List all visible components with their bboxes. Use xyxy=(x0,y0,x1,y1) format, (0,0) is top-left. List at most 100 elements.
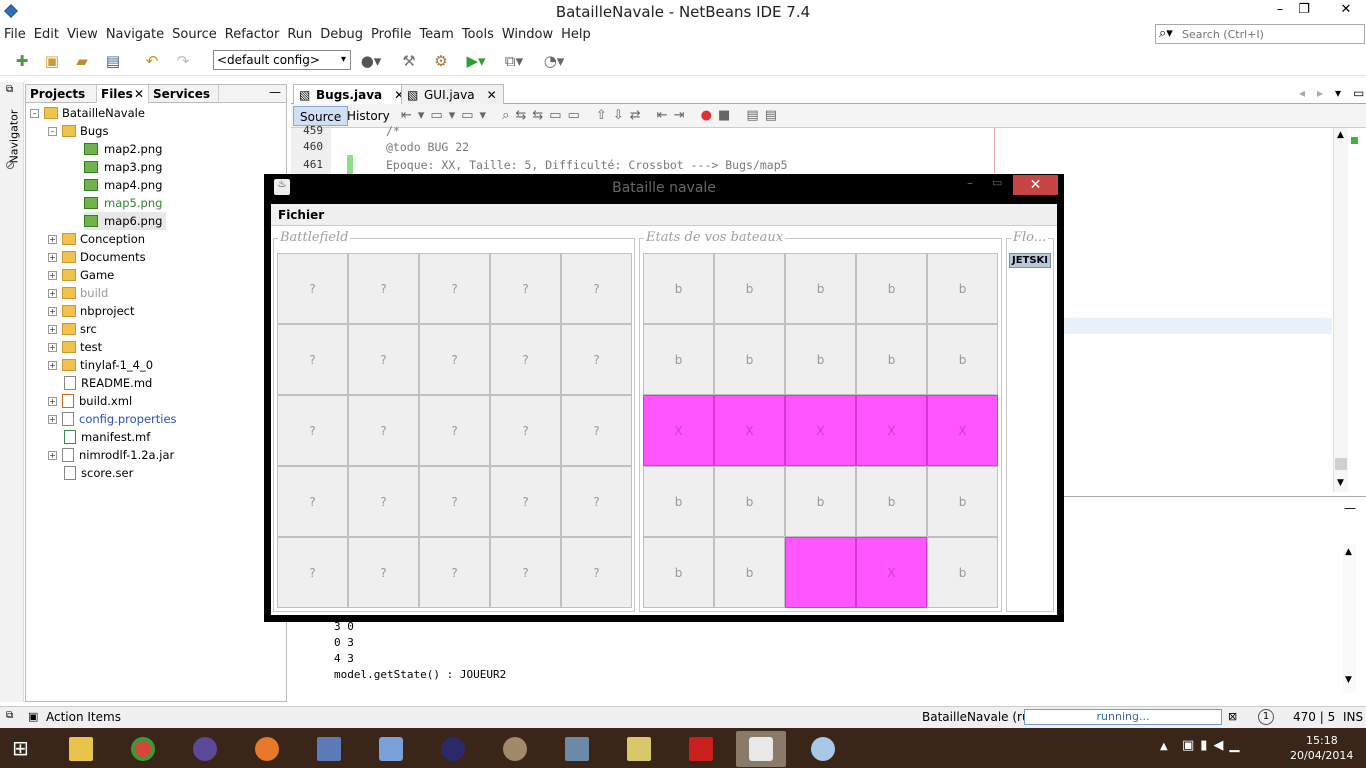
virtualbox-icon[interactable] xyxy=(366,731,416,767)
battlefield-cell[interactable]: ? xyxy=(419,537,490,608)
menu-edit[interactable]: Edit xyxy=(30,24,63,46)
paint-icon[interactable] xyxy=(798,731,848,767)
database-tool-icon[interactable] xyxy=(552,731,602,767)
ship-state-cell[interactable]: b xyxy=(643,253,714,324)
battlefield-cell[interactable]: ? xyxy=(490,466,561,537)
editor-tool-icons[interactable]: ⇤▾▭▾▭▾ ⌕⇆⇆▭▭ ⇧⇩⇄ ⇤⇥ ●■ ▤▤ xyxy=(401,108,783,123)
maximize-button[interactable]: ▭ xyxy=(992,176,1002,189)
new-file-icon[interactable]: ✚ xyxy=(11,51,33,71)
menu-team[interactable]: Team xyxy=(415,24,457,46)
battlefield-cell[interactable]: ? xyxy=(419,253,490,324)
battlefield-cell[interactable]: ? xyxy=(561,324,632,395)
ship-state-cell[interactable]: X xyxy=(856,395,927,466)
minimize-panel-icon[interactable]: — xyxy=(269,85,281,99)
tree-folder-test[interactable]: + test xyxy=(48,338,102,356)
ship-state-cell[interactable]: b xyxy=(714,253,785,324)
save-all-icon[interactable]: ▤ xyxy=(102,51,124,71)
cancel-icon[interactable]: ⊠ xyxy=(1228,710,1237,723)
acrobat-icon[interactable] xyxy=(676,731,726,767)
chevron-down-icon[interactable]: ▾ xyxy=(1335,86,1341,100)
battlefield-cell[interactable]: ? xyxy=(277,395,348,466)
close-icon[interactable]: ✕ xyxy=(487,88,497,102)
eclipse-icon[interactable] xyxy=(180,731,230,767)
dialog-close-button[interactable]: ✕ xyxy=(1013,175,1058,195)
editor-scrollbar[interactable]: ▲ ▼ xyxy=(1333,128,1348,492)
redo-icon[interactable]: ↷ xyxy=(172,51,194,71)
action-items-icon[interactable]: ▣ xyxy=(28,710,38,723)
minimize-panel-icon[interactable]: — xyxy=(1344,501,1356,515)
restore-icon[interactable]: ⧉ xyxy=(6,710,13,721)
menu-debug[interactable]: Debug xyxy=(316,24,367,46)
menu-view[interactable]: View xyxy=(63,24,102,46)
tray-icons[interactable]: ▣▮◀▁ xyxy=(1182,738,1245,753)
notifications-badge[interactable]: 1 xyxy=(1258,709,1274,725)
tree-folder-conception[interactable]: + Conception xyxy=(48,230,145,248)
texmaker-icon[interactable] xyxy=(614,731,664,767)
tree-file-build-xml[interactable]: + build.xml xyxy=(48,392,132,410)
tree-folder-src[interactable]: + src xyxy=(48,320,97,338)
gimp-icon[interactable] xyxy=(490,731,540,767)
tab-bugs-java[interactable]: ▧ Bugs.java ✕ xyxy=(293,84,412,104)
ship-state-cell[interactable]: b xyxy=(785,466,856,537)
battlefield-cell[interactable]: ? xyxy=(348,324,419,395)
ship-state-cell[interactable]: b xyxy=(856,466,927,537)
battlefield-cell[interactable]: ? xyxy=(348,395,419,466)
ship-state-cell[interactable]: b xyxy=(785,324,856,395)
tree-file-map3[interactable]: map3.png xyxy=(84,158,162,176)
battlefield-cell[interactable]: ? xyxy=(490,253,561,324)
ship-state-cell[interactable]: b xyxy=(643,466,714,537)
menu-window[interactable]: Window xyxy=(498,24,557,46)
ship-state-cell[interactable]: X xyxy=(856,537,927,608)
close-icon[interactable]: ✕ xyxy=(134,85,144,103)
ship-state-cell[interactable] xyxy=(785,537,856,608)
battlefield-cell[interactable]: ? xyxy=(561,395,632,466)
tree-folder-build[interactable]: + build xyxy=(48,284,108,302)
battlefield-cell[interactable]: ? xyxy=(490,537,561,608)
ship-state-cell[interactable]: b xyxy=(643,324,714,395)
menu-source[interactable]: Source xyxy=(168,24,221,46)
clock-date[interactable]: 20/04/2014 xyxy=(1290,749,1353,762)
tree-folder-bugs[interactable]: – Bugs xyxy=(48,122,108,140)
tree-folder-tinylaf[interactable]: + tinylaf-1_4_0 xyxy=(48,356,153,374)
eclipse-alt-icon[interactable] xyxy=(428,731,478,767)
clock-time[interactable]: 15:18 xyxy=(1306,734,1338,747)
close-button[interactable]: ✕ xyxy=(1332,0,1360,20)
ship-state-cell[interactable]: b xyxy=(927,537,998,608)
battlefield-cell[interactable]: ? xyxy=(561,537,632,608)
fleet-item-jetski[interactable]: JETSKI xyxy=(1009,253,1051,268)
battlefield-cell[interactable]: ? xyxy=(348,253,419,324)
tab-projects[interactable]: Projects xyxy=(26,85,97,103)
tree-root[interactable]: – BatailleNavale xyxy=(30,104,145,122)
scroll-left-icon[interactable]: ◂ xyxy=(1299,86,1305,100)
progress-bar[interactable]: running... xyxy=(1024,709,1222,725)
windows-start-icon[interactable]: ⊞ xyxy=(12,737,38,759)
battlefield-cell[interactable]: ? xyxy=(419,395,490,466)
menu-run[interactable]: Run xyxy=(283,24,316,46)
search-box[interactable]: ⌕▾ xyxy=(1155,24,1365,44)
search-input[interactable] xyxy=(1182,26,1360,42)
menu-profile[interactable]: Profile xyxy=(367,24,415,46)
scroll-right-icon[interactable]: ▸ xyxy=(1317,86,1323,100)
ship-state-cell[interactable]: b xyxy=(785,253,856,324)
ship-state-cell[interactable]: b xyxy=(714,324,785,395)
tree-file-map2[interactable]: map2.png xyxy=(84,140,162,158)
ship-state-cell[interactable]: b xyxy=(856,324,927,395)
minimize-button[interactable]: – xyxy=(967,176,973,190)
battlefield-cell[interactable]: ? xyxy=(348,537,419,608)
battlefield-cell[interactable]: ? xyxy=(419,466,490,537)
battlefield-cell[interactable]: ? xyxy=(277,466,348,537)
tree-file-nimrod[interactable]: + nimrodlf-1.2a.jar xyxy=(48,446,174,464)
menu-fichier[interactable]: Fichier xyxy=(278,208,324,222)
ship-state-cell[interactable]: b xyxy=(714,466,785,537)
clean-build-icon[interactable]: ⚙ xyxy=(430,51,452,71)
build-icon[interactable]: ⚒ xyxy=(398,51,420,71)
ship-state-cell[interactable]: b xyxy=(714,537,785,608)
battlefield-cell[interactable]: ? xyxy=(561,253,632,324)
tree-folder-nbproject[interactable]: + nbproject xyxy=(48,302,135,320)
battlefield-cell[interactable]: ? xyxy=(490,324,561,395)
tree-file-map4[interactable]: map4.png xyxy=(84,176,162,194)
menu-refactor[interactable]: Refactor xyxy=(221,24,284,46)
undo-icon[interactable]: ↶ xyxy=(141,51,163,71)
search-icon[interactable]: ⌕▾ xyxy=(1159,26,1173,41)
new-project-icon[interactable]: ▣ xyxy=(41,51,63,71)
